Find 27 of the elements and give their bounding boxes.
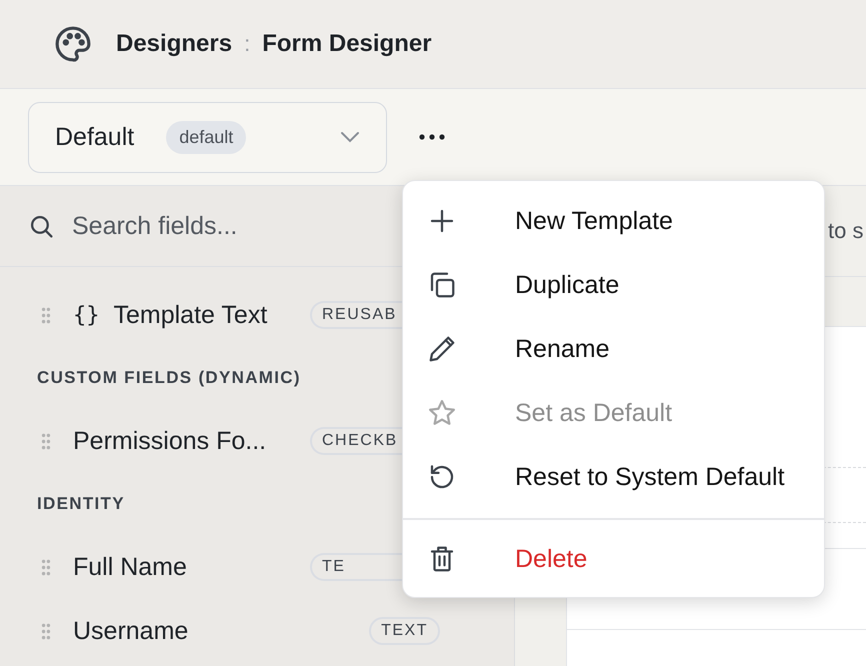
template-select[interactable]: Default default (28, 102, 387, 172)
field-type-badge: TEXT (369, 617, 440, 645)
drag-handle-icon[interactable] (41, 432, 51, 450)
field-label[interactable]: Full Name (73, 552, 187, 582)
chevron-down-icon (340, 131, 360, 143)
search-icon (29, 214, 54, 238)
menu-item[interactable]: New Template (403, 189, 824, 253)
search-field[interactable]: Search fields... (72, 212, 372, 240)
field-label[interactable]: Template Text (114, 300, 268, 330)
drag-handle-icon[interactable] (41, 306, 51, 324)
drag-handle-icon[interactable] (41, 622, 51, 640)
field-label[interactable]: Permissions Fo... (73, 426, 266, 456)
drag-handle-icon[interactable] (41, 558, 51, 576)
braces-icon: {} (73, 302, 100, 328)
default-badge: default (166, 120, 246, 154)
star-icon (427, 398, 457, 428)
select-value: Default (55, 122, 134, 152)
more-icon[interactable] (419, 134, 445, 140)
hint-text: to s (828, 218, 864, 244)
field-label[interactable]: Username (73, 616, 188, 646)
breadcrumb-section[interactable]: Designers (116, 30, 232, 58)
group-heading: CUSTOM FIELDS (DYNAMIC) (36, 367, 302, 389)
page-title: Form Designer (262, 30, 432, 58)
pencil-icon (427, 334, 457, 364)
palette-icon (54, 25, 92, 63)
breadcrumb-separator: : (244, 31, 250, 57)
group-heading: IDENTITY (36, 493, 126, 515)
